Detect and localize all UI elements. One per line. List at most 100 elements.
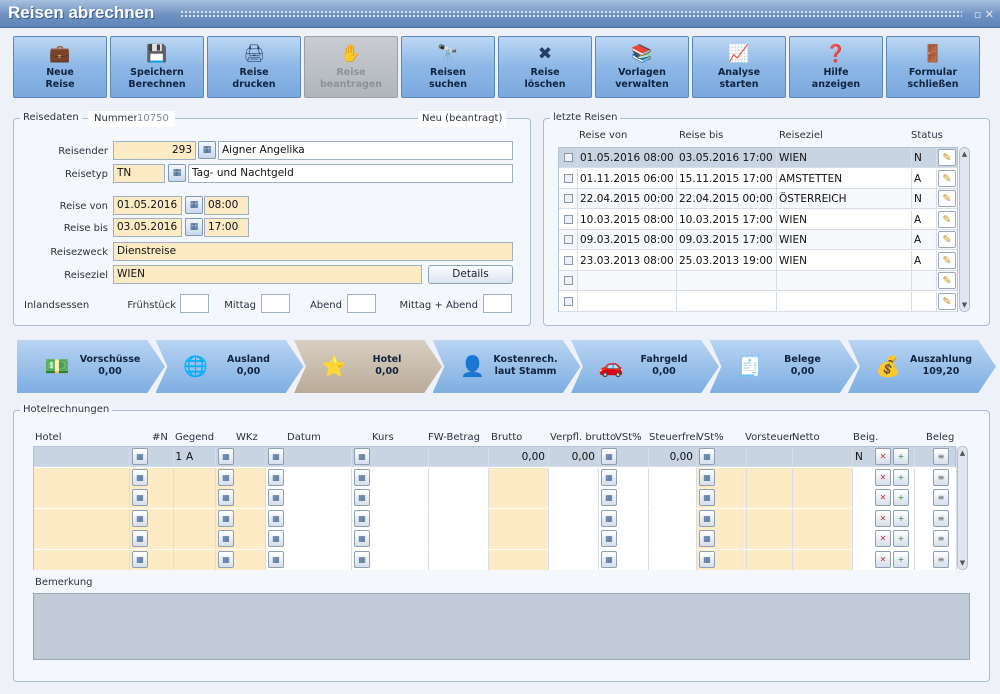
bemerkung-field[interactable]	[33, 593, 970, 660]
picker-button-icon[interactable]: ▦	[132, 489, 148, 506]
hotel-cell-fw[interactable]	[429, 447, 489, 467]
hotel-col-header-steuerfrei[interactable]: Steuerfrei	[649, 432, 698, 443]
reise-loeschen-button[interactable]: ✖ Reise löschen	[498, 36, 592, 98]
hotel-col-header-fw[interactable]: FW-Betrag	[428, 432, 480, 443]
document-icon[interactable]: ≡	[933, 448, 949, 465]
picker-button-icon[interactable]: ▦	[601, 550, 617, 568]
reise-von-date-field[interactable]: 01.05.2016	[113, 196, 182, 215]
hotel-cell-kurs[interactable]: ▦	[352, 549, 429, 570]
hotel-cell-beleg[interactable]: ≡	[915, 488, 957, 508]
hotel-cell-vorsteuer[interactable]	[747, 549, 793, 570]
picker-button-icon[interactable]: ▦	[354, 448, 370, 465]
hotel-col-header-netto[interactable]: Netto	[792, 432, 820, 443]
hotel-col-header-verpfl[interactable]: Verpfl. brutto	[550, 432, 616, 443]
hilfe-anzeigen-button[interactable]: ❓ Hilfe anzeigen	[789, 36, 883, 98]
reisetyp-name-field[interactable]: Tag- und Nachtgeld	[188, 164, 513, 183]
hotel-row[interactable]: ▦ 1 A ▦ ▦ ▦ 0,00 0,00 ▦ 0,00 ▦ N ✕ + ≡	[34, 447, 957, 467]
hotel-cell-gegend[interactable]: 1A	[174, 447, 216, 467]
letzte-reise-row[interactable]: 10.03.2015 08:00 10.03.2015 17:00 WIEN A ✎	[559, 209, 957, 230]
hotel-scroll-up-icon[interactable]: ▲	[958, 448, 967, 458]
hotel-cell-beleg[interactable]: ≡	[915, 467, 957, 488]
picker-button-icon[interactable]: ▦	[218, 509, 234, 527]
hotel-col-header-hotel[interactable]: Hotel	[35, 432, 62, 443]
row-checkbox[interactable]	[564, 153, 573, 162]
edit-pencil-icon[interactable]: ✎	[938, 149, 956, 166]
picker-button-icon[interactable]: ▦	[268, 489, 284, 506]
hotel-cell-netto[interactable]	[793, 549, 853, 570]
picker-button-icon[interactable]: ▦	[699, 530, 715, 547]
step-vorschuesse[interactable]: 💵 Vorschüsse 0,00	[17, 340, 165, 393]
hotel-cell-beig[interactable]: ✕ +	[853, 488, 915, 508]
picker-button-icon[interactable]: ▦	[218, 530, 234, 547]
picker-button-icon[interactable]: ▦	[601, 468, 617, 486]
hotel-cell-beig[interactable]: ✕ +	[853, 549, 915, 570]
hotel-cell-netto[interactable]	[793, 447, 853, 467]
picker-button-icon[interactable]: ▦	[699, 448, 715, 465]
hotel-cell-hotel[interactable]	[34, 549, 130, 570]
hotel-cell-steuerfrei[interactable]	[649, 529, 697, 549]
hotel-row[interactable]: ▦ ▦ ▦ ▦ ▦ ▦ ✕ + ≡	[34, 529, 957, 549]
hotel-cell-beleg[interactable]: ≡	[915, 529, 957, 549]
picker-button-icon[interactable]: ▦	[601, 489, 617, 506]
calendar-picker-icon[interactable]: ▦	[198, 141, 216, 159]
hotel-cell-fw[interactable]	[429, 467, 489, 488]
hotel-cell-verpfl[interactable]	[549, 467, 599, 488]
edit-pencil-icon[interactable]: ✎	[938, 251, 956, 269]
edit-pencil-icon[interactable]: ✎	[938, 210, 956, 228]
hotel-col-header-gegend[interactable]: Gegend	[175, 432, 214, 443]
hotel-row[interactable]: ▦ ▦ ▦ ▦ ▦ ▦ ✕ + ≡	[34, 508, 957, 529]
hotel-cell-brutto[interactable]	[489, 488, 549, 508]
letzte-reise-row[interactable]: 23.03.2013 08:00 25.03.2013 19:00 WIEN A ✎	[559, 250, 957, 271]
table-add-icon[interactable]: +	[893, 448, 909, 465]
reise-von-calendar-icon[interactable]: ▦	[185, 196, 203, 214]
row-checkbox[interactable]	[564, 235, 573, 244]
scroll-up-icon[interactable]: ▲	[960, 149, 969, 159]
letzte-reise-row[interactable]: ✎	[559, 291, 957, 312]
step-ausland[interactable]: 🌐 Ausland 0,00	[155, 340, 304, 393]
table-delete-icon[interactable]: ✕	[875, 530, 891, 547]
picker-button-icon[interactable]: ▦	[354, 530, 370, 547]
hotel-cell-verpfl[interactable]	[549, 488, 599, 508]
hotel-cell-n-btn[interactable]: ▦	[130, 508, 174, 529]
hotel-cell-gegend[interactable]	[174, 508, 216, 529]
hotel-cell-gegend[interactable]	[174, 467, 216, 488]
vorlagen-verwalten-button[interactable]: 📚 Vorlagen verwalten	[595, 36, 689, 98]
hotel-scrollbar[interactable]: ▲ ▼	[957, 446, 968, 570]
hotel-cell-datum[interactable]: ▦	[266, 549, 352, 570]
hotel-cell-vst2[interactable]: ▦	[697, 488, 747, 508]
hotel-cell-wkz[interactable]: ▦	[216, 447, 266, 467]
hotel-cell-beig[interactable]: ✕ +	[853, 529, 915, 549]
step-fahrgeld[interactable]: 🚗 Fahrgeld 0,00	[571, 340, 719, 393]
picker-button-icon[interactable]: ▦	[699, 489, 715, 506]
hotel-cell-wkz[interactable]: ▦	[216, 549, 266, 570]
hotel-cell-datum[interactable]: ▦	[266, 529, 352, 549]
hotel-cell-datum[interactable]: ▦	[266, 447, 352, 467]
reisender-id-field[interactable]: 293	[113, 141, 196, 160]
edit-pencil-icon[interactable]: ✎	[938, 190, 956, 207]
hotel-cell-hotel[interactable]	[34, 529, 130, 549]
hotel-cell-vorsteuer[interactable]	[747, 447, 793, 467]
hotel-cell-wkz[interactable]: ▦	[216, 467, 266, 488]
table-add-icon[interactable]: +	[893, 468, 909, 486]
hotel-cell-vst1[interactable]: ▦	[599, 529, 649, 549]
hotel-cell-steuerfrei[interactable]	[649, 488, 697, 508]
reisender-name-field[interactable]: Aigner Angelika	[218, 141, 513, 160]
hotel-cell-vorsteuer[interactable]	[747, 508, 793, 529]
edit-pencil-icon[interactable]: ✎	[938, 272, 956, 289]
picker-button-icon[interactable]: ▦	[354, 489, 370, 506]
hotel-cell-kurs[interactable]: ▦	[352, 467, 429, 488]
letzte-reisen-scrollbar[interactable]: ▲ ▼	[959, 147, 970, 312]
hotel-cell-datum[interactable]: ▦	[266, 467, 352, 488]
table-delete-icon[interactable]: ✕	[875, 489, 891, 506]
hotel-cell-vst2[interactable]: ▦	[697, 549, 747, 570]
picker-button-icon[interactable]: ▦	[699, 550, 715, 568]
letzte-reise-row[interactable]: 09.03.2015 08:00 09.03.2015 17:00 WIEN A ✎	[559, 230, 957, 250]
picker-button-icon[interactable]: ▦	[699, 509, 715, 527]
picker-button-icon[interactable]: ▦	[268, 509, 284, 527]
picker-button-icon[interactable]: ▦	[268, 468, 284, 486]
picker-button-icon[interactable]: ▦	[268, 448, 284, 465]
hotel-col-header-beig[interactable]: Beig.	[853, 432, 878, 443]
hotel-cell-vst1[interactable]: ▦	[599, 549, 649, 570]
row-checkbox[interactable]	[564, 214, 573, 224]
document-icon[interactable]: ≡	[933, 550, 949, 568]
